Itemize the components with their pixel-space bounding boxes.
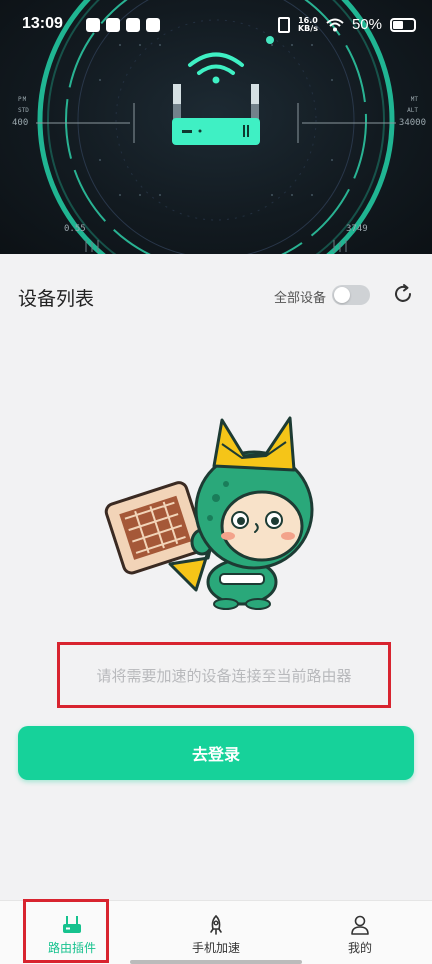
tab-phone-boost-label: 手机加速 (191, 941, 240, 955)
network-speed: 16.0 KB/s (297, 16, 318, 33)
tab-router-plugin[interactable]: 路由插件 (0, 901, 144, 964)
tab-me[interactable]: 我的 (288, 901, 432, 964)
device-list-title: 设备列表 (18, 288, 95, 310)
connect-hint-text: 请将需要加速的设备连接至当前路由器 (96, 666, 352, 685)
radar-header: PM STD 400 MT ALT 34000 0.55 3749 13:09 … (0, 0, 432, 254)
hud-left-bottom-value: 0.55 (64, 224, 86, 234)
connect-hint-box: 请将需要加速的设备连接至当前路由器 (57, 642, 391, 708)
crown-notification-icon (126, 18, 140, 32)
network-speed-unit: KB/s (297, 23, 318, 33)
system-icons: 16.0 KB/s 50% (277, 16, 416, 33)
tab-phone-boost[interactable]: 手机加速 (144, 901, 288, 964)
battery-percent: 50% (351, 16, 382, 33)
vibrate-icon (277, 16, 290, 33)
wifi-icon (326, 18, 344, 31)
refresh-icon[interactable] (392, 283, 414, 305)
router-icon (63, 916, 81, 933)
hud-right-label-bottom: ALT (407, 107, 418, 114)
person-icon (351, 915, 369, 935)
hud-left-value: 400 (12, 118, 29, 128)
login-button[interactable]: 去登录 (18, 726, 414, 780)
home-indicator (130, 960, 302, 964)
image-notification-icon (146, 18, 160, 32)
rocket-icon (210, 915, 222, 935)
hud-left-label-top: PM (18, 96, 28, 103)
tab-router-plugin-label: 路由插件 (47, 941, 96, 955)
hud-left-label-bottom: STD (18, 107, 29, 114)
toggle-knob (334, 287, 350, 303)
hud-right-label-top: MT (410, 96, 418, 103)
battery-icon (390, 17, 416, 32)
hud-right-value: 34000 (398, 118, 426, 128)
all-devices-toggle[interactable] (332, 285, 370, 305)
bottom-nav: 路由插件 手机加速 我的 (0, 900, 432, 964)
status-bar: 13:09 16.0 KB/s 50% (0, 0, 432, 52)
app-notification-icon (106, 18, 120, 32)
hud-right-bottom-value: 3749 (346, 224, 368, 234)
device-list-header: 设备列表 全部设备 (0, 254, 432, 334)
tab-me-label: 我的 (347, 941, 372, 955)
all-devices-label: 全部设备 (274, 291, 327, 306)
status-time: 13:09 (22, 15, 63, 32)
notification-icons (86, 18, 160, 32)
mascot-illustration (104, 416, 314, 610)
app-notification-icon (86, 18, 100, 32)
